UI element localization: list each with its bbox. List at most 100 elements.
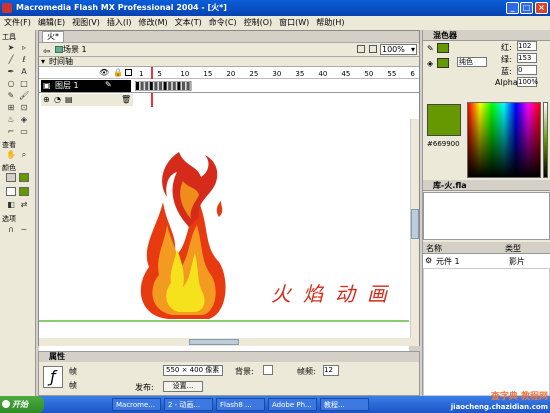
mixer-fill-swatch[interactable] bbox=[437, 58, 449, 68]
taskbar-button-4[interactable]: 教程... bbox=[320, 398, 369, 411]
size-button[interactable]: 550 × 400 像素 bbox=[163, 365, 223, 376]
oval-tool-icon[interactable]: ○ bbox=[6, 79, 16, 89]
fps-input[interactable]: 12 bbox=[323, 365, 339, 376]
text-tool-icon[interactable]: A bbox=[19, 67, 29, 77]
eye-icon[interactable]: 👁 bbox=[99, 68, 109, 77]
free-transform-icon[interactable]: ⊞ bbox=[6, 103, 16, 113]
lock-icon[interactable]: 🔒 bbox=[113, 68, 123, 77]
snap-magnet-icon[interactable]: ∩ bbox=[6, 225, 16, 235]
stroke-color-icon[interactable] bbox=[6, 173, 16, 182]
keyframe[interactable] bbox=[149, 82, 153, 90]
keyframe[interactable] bbox=[182, 82, 185, 90]
brush-tool-icon[interactable]: 🖌 bbox=[19, 91, 29, 101]
taskbar-button-0[interactable]: Macrome... bbox=[112, 398, 161, 411]
keyframe[interactable] bbox=[186, 82, 190, 90]
hex-value[interactable]: #669900 bbox=[427, 140, 460, 148]
pen-tool-icon[interactable]: ✒ bbox=[6, 67, 16, 77]
keyframe[interactable] bbox=[136, 82, 139, 90]
paint-bucket-icon[interactable]: ◈ bbox=[19, 115, 29, 125]
keyframe[interactable] bbox=[159, 82, 162, 90]
menu-item-3[interactable]: 插入(I) bbox=[107, 18, 132, 27]
frame-track[interactable] bbox=[135, 81, 415, 91]
add-folder-icon[interactable]: ▤ bbox=[65, 95, 73, 104]
color-mixer-header[interactable]: 混色器 bbox=[423, 30, 550, 41]
properties-header[interactable]: 属性 bbox=[39, 352, 419, 362]
brightness-slider[interactable] bbox=[543, 102, 548, 178]
document-tab[interactable]: 火* bbox=[42, 31, 64, 43]
swap-colors-icon[interactable]: ⇄ bbox=[19, 200, 29, 210]
add-layer-icon[interactable]: ⊕ bbox=[43, 95, 50, 104]
title-bar: Macromedia Flash MX Professional 2004 - … bbox=[0, 0, 550, 16]
eraser-icon[interactable]: ▭ bbox=[19, 127, 29, 137]
menu-item-0[interactable]: 文件(F) bbox=[4, 18, 31, 27]
menu-item-2[interactable]: 视图(V) bbox=[72, 18, 100, 27]
lasso-tool-icon[interactable]: ℓ bbox=[19, 55, 29, 65]
menu-item-6[interactable]: 命令(C) bbox=[209, 18, 237, 27]
black-white-icon[interactable]: ◧ bbox=[6, 200, 16, 210]
maximize-button[interactable]: □ bbox=[520, 2, 533, 14]
zoom-tool-icon[interactable]: ⌕ bbox=[19, 150, 29, 160]
ink-bottle-icon[interactable]: ♨ bbox=[6, 115, 16, 125]
g-input[interactable]: 153 bbox=[517, 53, 537, 63]
edit-scene-icon[interactable] bbox=[357, 45, 365, 53]
close-button[interactable]: × bbox=[535, 2, 548, 14]
keyframe[interactable] bbox=[154, 82, 158, 90]
fill-swatch[interactable] bbox=[19, 187, 29, 196]
keyframe[interactable] bbox=[145, 82, 149, 90]
r-input[interactable]: 102 bbox=[517, 41, 537, 51]
menu-item-5[interactable]: 文本(T) bbox=[175, 18, 202, 27]
outline-icon[interactable] bbox=[125, 69, 132, 76]
timeline-header[interactable]: ▾ 时间轴 bbox=[39, 57, 419, 67]
horizontal-scroll-thumb[interactable] bbox=[189, 339, 239, 345]
zoom-select[interactable]: 100% ▾ bbox=[380, 44, 417, 55]
rectangle-tool-icon[interactable]: □ bbox=[19, 79, 29, 89]
settings-button[interactable]: 设置... bbox=[163, 381, 203, 392]
keyframe[interactable] bbox=[168, 82, 172, 90]
pencil-tool-icon[interactable]: ✎ bbox=[6, 91, 16, 101]
line-tool-icon[interactable]: ╱ bbox=[6, 55, 16, 65]
fill-color-icon[interactable] bbox=[6, 187, 16, 196]
smooth-icon[interactable]: ~ bbox=[19, 225, 29, 235]
keyframe[interactable] bbox=[177, 82, 181, 90]
menu-item-4[interactable]: 修改(M) bbox=[138, 18, 167, 27]
alpha-input[interactable]: 100% bbox=[517, 77, 538, 87]
taskbar-button-2[interactable]: Flash8 ... bbox=[216, 398, 265, 411]
layer-row[interactable]: 图层 1 ▣ ✎ bbox=[39, 79, 419, 93]
fill-type-select[interactable]: 纯色 bbox=[457, 57, 487, 67]
delete-layer-icon[interactable]: 🗑 bbox=[121, 95, 131, 104]
layer-name[interactable]: 图层 1 bbox=[41, 80, 131, 92]
subselect-tool-icon[interactable]: ▹ bbox=[19, 43, 29, 53]
keyframe[interactable] bbox=[140, 82, 144, 90]
b-input[interactable]: 0 bbox=[517, 65, 537, 75]
add-guide-icon[interactable]: ◔ bbox=[54, 95, 61, 104]
stroke-swatch[interactable] bbox=[19, 173, 29, 182]
menu-item-9[interactable]: 帮助(H) bbox=[316, 18, 344, 27]
menu-item-8[interactable]: 窗口(W) bbox=[279, 18, 309, 27]
arrow-tool-icon[interactable]: ➤ bbox=[6, 43, 16, 53]
color-spectrum[interactable] bbox=[467, 102, 541, 178]
eyedropper-icon[interactable]: ⌐ bbox=[6, 127, 16, 137]
taskbar-button-3[interactable]: Adobe Ph... bbox=[268, 398, 317, 411]
collapse-triangle-icon[interactable]: ▾ bbox=[41, 57, 45, 67]
fill-transform-icon[interactable]: ⊡ bbox=[19, 103, 29, 113]
keyframe[interactable] bbox=[172, 82, 176, 90]
menu-item-1[interactable]: 编辑(E) bbox=[38, 18, 65, 27]
background-swatch[interactable] bbox=[263, 365, 273, 375]
stage-title-graphic[interactable]: 火焰动画 bbox=[271, 282, 399, 306]
type-column[interactable]: 类型 bbox=[505, 243, 521, 254]
hand-tool-icon[interactable]: ✋ bbox=[6, 150, 16, 160]
mixer-stroke-swatch[interactable] bbox=[437, 43, 449, 53]
name-column[interactable]: 名称 bbox=[426, 243, 442, 254]
menu-item-7[interactable]: 控制(O) bbox=[244, 18, 273, 27]
flame-graphic[interactable] bbox=[140, 152, 226, 319]
keyframe[interactable] bbox=[163, 82, 167, 90]
timeline-ruler[interactable]: 👁 🔒 151015202530354045505560 bbox=[39, 67, 419, 127]
edit-symbol-icon[interactable] bbox=[369, 45, 377, 53]
vertical-scroll-thumb[interactable] bbox=[411, 209, 419, 239]
library-header[interactable]: 库-火.fla bbox=[423, 180, 550, 191]
taskbar-button-1[interactable]: 2 - 动画... bbox=[164, 398, 213, 411]
minimize-button[interactable]: _ bbox=[506, 2, 519, 14]
stage[interactable]: 火焰动画 bbox=[39, 107, 409, 353]
vertical-scrollbar[interactable] bbox=[410, 119, 419, 339]
horizontal-scrollbar[interactable] bbox=[39, 338, 419, 346]
